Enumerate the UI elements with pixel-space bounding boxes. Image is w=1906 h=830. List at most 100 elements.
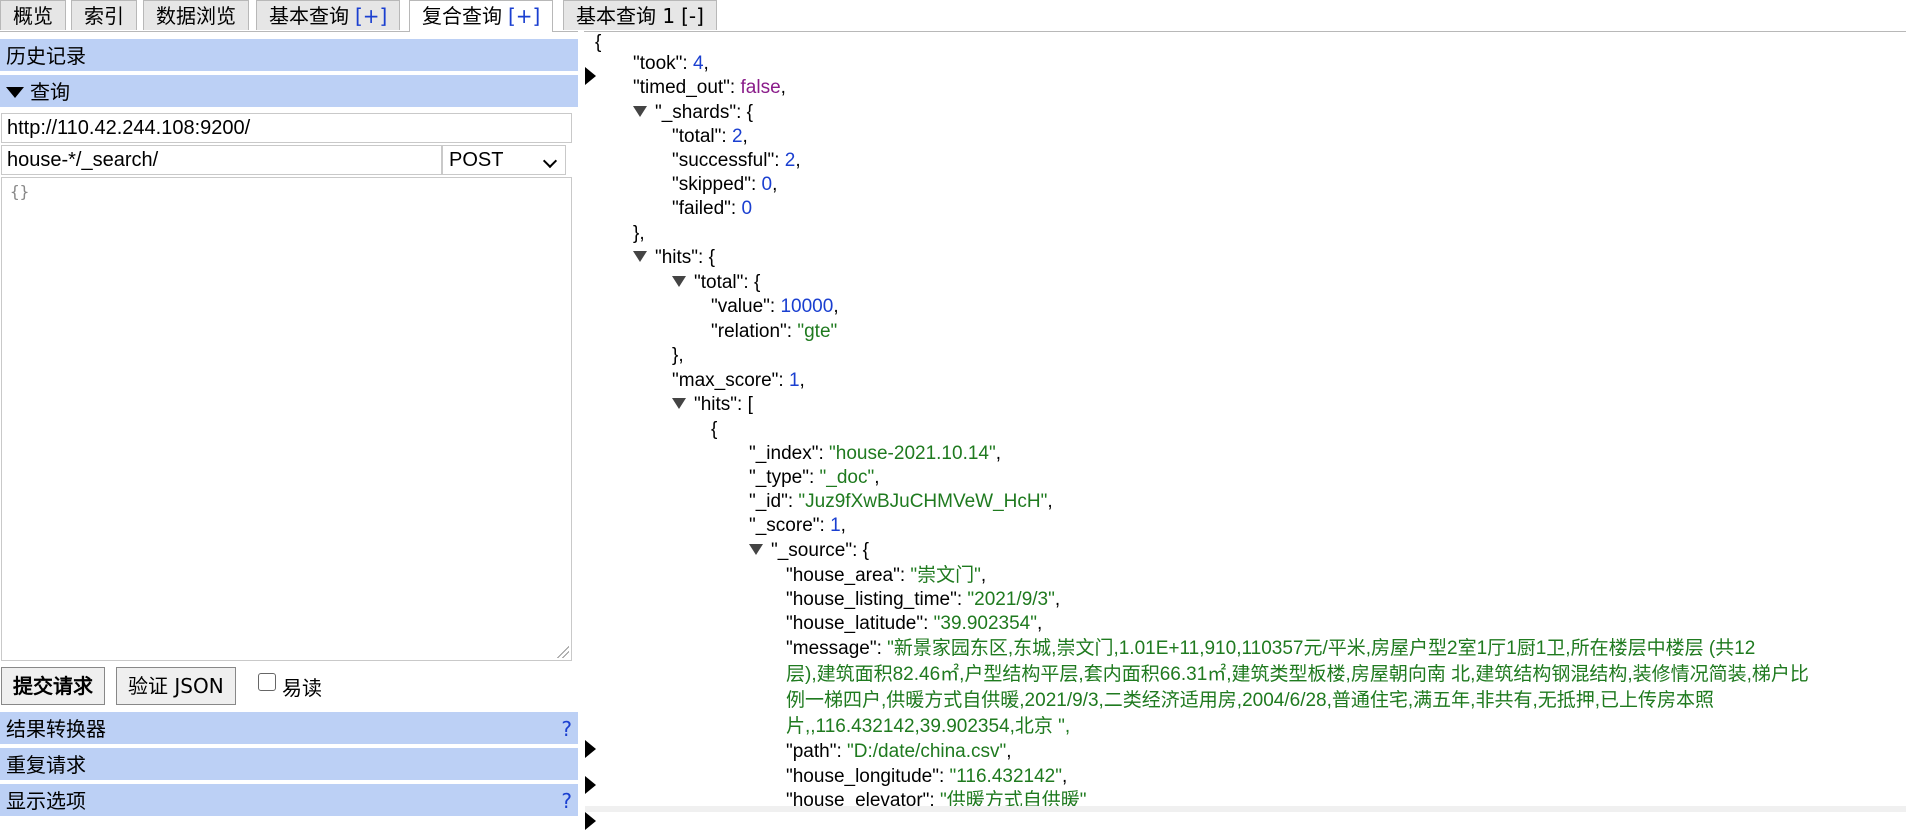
json-value: "崇文门" [910, 565, 981, 586]
horizontal-scrollbar[interactable] [585, 806, 1906, 812]
json-value: 0 [741, 198, 753, 219]
request-body-textarea[interactable]: {} [1, 177, 572, 661]
request-body-text: {} [10, 182, 30, 201]
repeat-request-section-header[interactable]: 重复请求 [0, 748, 596, 794]
result-transformer-section-header[interactable]: 结果转换器 ? [0, 712, 596, 758]
validate-label: 验证 JSON [128, 674, 224, 698]
tab-label: 基本查询 [269, 4, 349, 28]
json-line: "_id": "Juz9fXwBJuCHMVeW_HcH", [749, 491, 1053, 512]
json-line: "hits": { [633, 246, 715, 270]
json-result-panel: { "took": 4, "timed_out": false, "_shard… [585, 31, 1906, 812]
json-value: 2 [784, 150, 796, 171]
json-value: "116.432142" [949, 766, 1062, 787]
request-path-input[interactable] [1, 145, 442, 175]
json-line: "skipped": 0, [672, 174, 778, 195]
json-value: 2 [731, 126, 743, 147]
json-line: "took": 4, [633, 53, 709, 74]
tab-data-browse[interactable]: 数据浏览 [143, 0, 249, 30]
json-line: "total": { [672, 271, 760, 295]
server-url-input[interactable] [1, 113, 572, 143]
history-section-header[interactable]: 历史记录 [0, 39, 596, 85]
json-value: 1 [788, 370, 800, 391]
json-value: 片,,116.432142,39.902354,北京 ", [786, 716, 1071, 737]
json-value: "_doc" [819, 467, 875, 488]
json-line: "house_listing_time": "2021/9/3", [786, 589, 1061, 610]
json-line: "_type": "_doc", [749, 467, 880, 488]
tab-label: 数据浏览 [156, 4, 236, 28]
resize-handle-icon[interactable] [557, 646, 569, 658]
json-value: 10000 [780, 296, 834, 317]
tab-bar: 概览 索引 数据浏览 基本查询 [+] 复合查询 [+] 基本查询 1 [-] [0, 0, 1906, 32]
json-line: "total": 2, [672, 126, 748, 147]
json-line: { [711, 419, 718, 440]
tab-basic-query-1[interactable]: 基本查询 1 [-] [563, 0, 717, 30]
submit-label: 提交请求 [13, 674, 93, 698]
json-line: "house_area": "崇文门", [786, 565, 987, 586]
validate-json-button[interactable]: 验证 JSON [116, 667, 236, 705]
json-line: "timed_out": false, [633, 77, 786, 98]
json-line: "path": "D:/date/china.csv", [786, 741, 1012, 762]
tab-overview[interactable]: 概览 [0, 0, 66, 30]
json-line: "failed": 0 [672, 198, 753, 219]
json-value: 例一梯四户,供暖方式自供暖,2021/9/3,二类经济适用房,2004/6/28… [786, 690, 1714, 711]
close-tab-marker[interactable]: [-] [681, 4, 704, 28]
tab-label: 索引 [84, 4, 124, 28]
add-tab-marker[interactable]: [+] [508, 4, 540, 28]
json-line: "_shards": { [633, 101, 753, 125]
tab-basic-query[interactable]: 基本查询 [+] [256, 0, 401, 30]
json-value: "D:/date/china.csv" [847, 741, 1007, 762]
json-line: "value": 10000, [711, 296, 839, 317]
display-options-section-header[interactable]: 显示选项 ? [0, 784, 596, 830]
method-value: POST [449, 149, 504, 171]
json-line: "hits": [ [672, 393, 753, 417]
tab-label: 复合查询 [422, 4, 502, 28]
json-line: "relation": "gte" [711, 321, 838, 342]
collapse-arrow-icon[interactable] [749, 543, 763, 555]
json-line: "house_longitude": "116.432142", [786, 766, 1068, 787]
collapse-arrow-icon[interactable] [633, 250, 647, 262]
tab-compound-query[interactable]: 复合查询 [+] [409, 0, 554, 32]
collapse-arrow-icon[interactable] [672, 397, 686, 409]
collapsed-arrow-icon [585, 812, 596, 830]
json-line: "_index": "house-2021.10.14", [749, 443, 1002, 464]
help-icon[interactable]: ? [561, 784, 572, 818]
http-method-select[interactable]: POST [442, 145, 566, 175]
tab-indices[interactable]: 索引 [71, 0, 137, 30]
tab-label: 概览 [13, 4, 53, 28]
easy-read-checkbox[interactable] [258, 673, 276, 691]
collapse-arrow-icon[interactable] [672, 275, 686, 287]
expanded-arrow-icon [6, 86, 24, 98]
repeat-request-label: 重复请求 [6, 753, 86, 777]
collapse-arrow-icon[interactable] [633, 105, 647, 117]
query-label: 查询 [30, 80, 70, 104]
json-value: 0 [761, 174, 773, 195]
chevron-down-icon [542, 153, 558, 169]
tab-label: 基本查询 1 [576, 4, 676, 28]
json-value: "house-2021.10.14" [829, 443, 996, 464]
query-section-header[interactable]: 查询 [0, 75, 578, 109]
json-line: "_score": 1, [749, 515, 846, 536]
easy-read-label: 易读 [282, 676, 322, 700]
json-line: "message": "新景家园东区,东城,崇文门,1.01E+11,910,1… [786, 638, 1756, 659]
display-options-label: 显示选项 [6, 789, 86, 813]
json-value: "2021/9/3" [967, 589, 1055, 610]
history-label: 历史记录 [6, 44, 86, 68]
add-tab-marker[interactable]: [+] [355, 4, 387, 28]
json-line: "_source": { [749, 539, 869, 563]
json-value: 层),建筑面积82.46㎡,户型结构平层,套内面积66.31㎡,建筑类型板楼,房… [786, 664, 1809, 685]
json-value: "新景家园东区,东城,崇文门,1.01E+11,910,110357元/平米,房… [887, 638, 1756, 659]
json-value: 4 [692, 53, 704, 74]
json-line: "max_score": 1, [672, 370, 805, 391]
submit-request-button[interactable]: 提交请求 [1, 667, 105, 705]
json-line: "successful": 2, [672, 150, 801, 171]
json-value: "39.902354" [933, 613, 1037, 634]
json-line: }, [672, 345, 684, 366]
json-line: { [595, 32, 602, 53]
panel-divider[interactable] [578, 31, 584, 812]
result-transformer-label: 结果转换器 [6, 717, 106, 741]
json-line: "house_latitude": "39.902354", [786, 613, 1043, 634]
help-icon[interactable]: ? [561, 712, 572, 746]
json-value: 1 [830, 515, 841, 536]
json-value: "Juz9fXwBJuCHMVeW_HcH" [798, 491, 1048, 512]
json-line: }, [633, 223, 645, 244]
